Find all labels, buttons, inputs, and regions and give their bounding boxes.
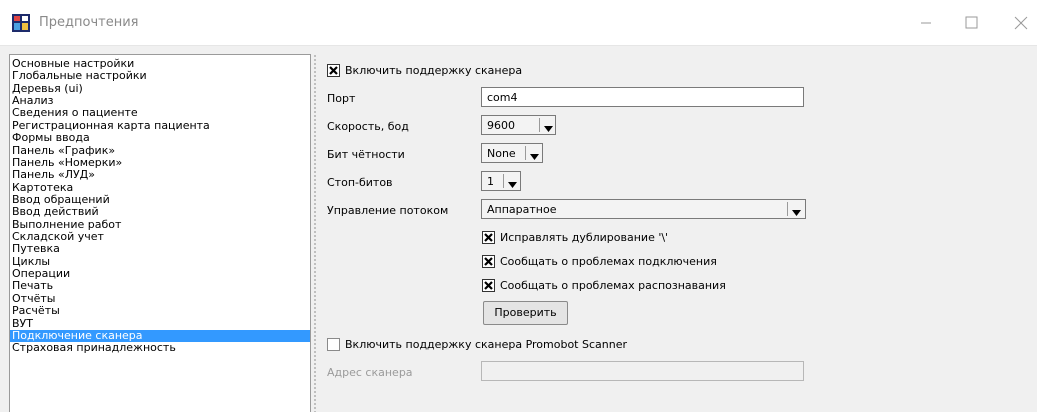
- maximize-icon[interactable]: [958, 10, 984, 36]
- enable-scanner-label: Включить поддержку сканера: [345, 64, 523, 77]
- report-recognition-label: Сообщать о проблемах распознавания: [500, 279, 726, 292]
- app-icon: [12, 14, 30, 32]
- fix-duplication-label: Исправлять дублирование '\': [500, 231, 669, 244]
- stopbits-label: Стоп-битов: [327, 176, 393, 189]
- list-item[interactable]: Панель «ЛУД»: [10, 169, 310, 181]
- chevron-down-icon: [530, 150, 539, 160]
- list-item[interactable]: Формы ввода: [10, 131, 310, 144]
- parity-select-value: None: [487, 147, 516, 160]
- list-item[interactable]: Ввод действий: [10, 206, 310, 218]
- close-icon[interactable]: [1008, 10, 1034, 36]
- list-item[interactable]: Расчёты: [10, 305, 310, 317]
- flow-control-select-value: Аппаратное: [487, 203, 557, 216]
- stopbits-select-value: 1: [487, 175, 494, 188]
- parity-select[interactable]: None: [481, 143, 543, 163]
- scanner-address-input[interactable]: [481, 361, 804, 381]
- report-recognition-checkbox[interactable]: [482, 279, 495, 292]
- chevron-down-icon: [792, 206, 801, 216]
- enable-promobot-label: Включить поддержку сканера Promobot Scan…: [345, 338, 627, 351]
- parity-label: Бит чётности: [327, 148, 405, 161]
- baud-select[interactable]: 9600: [481, 115, 556, 135]
- chevron-down-icon: [508, 178, 517, 188]
- report-connection-label: Сообщать о проблемах подключения: [500, 255, 717, 268]
- port-label: Порт: [327, 92, 356, 105]
- flow-control-label: Управление потоком: [327, 204, 449, 217]
- list-item[interactable]: Операции: [10, 267, 310, 280]
- stopbits-select[interactable]: 1: [481, 171, 521, 191]
- minimize-icon[interactable]: [913, 10, 939, 36]
- chevron-down-icon: [544, 122, 553, 132]
- baud-select-value: 9600: [487, 119, 515, 132]
- port-input[interactable]: com4: [481, 87, 804, 107]
- category-list[interactable]: Основные настройки Глобальные настройки Де…: [9, 54, 311, 412]
- splitter-handle[interactable]: [313, 54, 317, 412]
- enable-promobot-checkbox[interactable]: [327, 338, 340, 351]
- list-item[interactable]: Деревья (ui): [10, 82, 310, 95]
- flow-control-select[interactable]: Аппаратное: [481, 199, 806, 219]
- list-item[interactable]: Страховая принадлежность: [10, 342, 310, 354]
- list-item[interactable]: Печать: [10, 280, 310, 292]
- preferences-client: Основные настройки Глобальные настройки Де…: [0, 46, 1037, 412]
- check-button[interactable]: Проверить: [483, 301, 568, 325]
- enable-scanner-checkbox[interactable]: [327, 64, 340, 77]
- report-connection-checkbox[interactable]: [482, 255, 495, 268]
- list-item[interactable]: Путевка: [10, 243, 310, 255]
- fix-duplication-checkbox[interactable]: [482, 231, 495, 244]
- list-item[interactable]: Глобальные настройки: [10, 70, 310, 82]
- list-item[interactable]: Сведения о пациенте: [10, 107, 310, 119]
- window-title: Предпочтения: [39, 15, 139, 30]
- baud-label: Скорость, бод: [327, 120, 409, 133]
- title-bar: Предпочтения: [0, 0, 1037, 46]
- scanner-address-label: Адрес сканера: [327, 366, 413, 379]
